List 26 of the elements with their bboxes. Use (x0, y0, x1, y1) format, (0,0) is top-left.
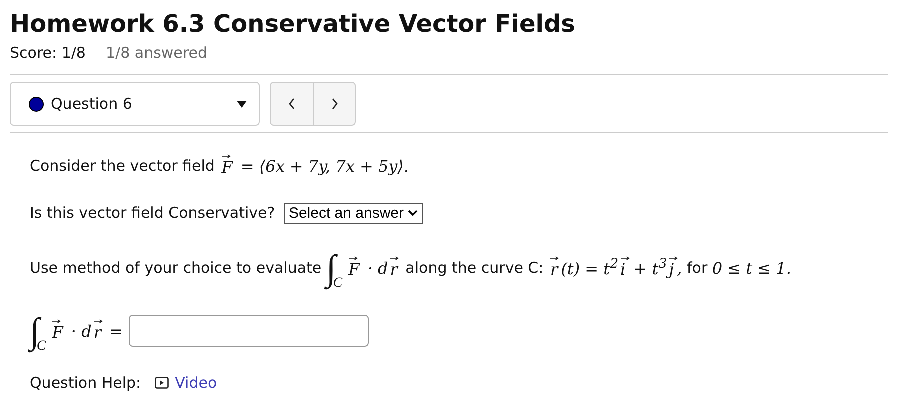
math-expression: , (677, 258, 682, 278)
question-text: for (686, 259, 709, 277)
caret-icon (237, 100, 247, 108)
question-text: Consider the vector field (30, 157, 216, 175)
video-link[interactable]: Video (155, 374, 218, 392)
question-text: along the curve C: (404, 259, 545, 277)
answer-dropdown[interactable]: Select an answer (284, 202, 424, 224)
page-title: Homework 6.3 Conservative Vector Fields (10, 10, 576, 38)
chevron-icon (288, 98, 296, 110)
question-selector[interactable]: Question 6 (10, 82, 260, 126)
help-label: Question Help: (30, 374, 142, 392)
question-text: Use method of your choice to evaluate (30, 259, 323, 277)
caret-icon (408, 210, 418, 216)
video-icon (155, 377, 170, 389)
score-text: Score: 1/8 (10, 44, 86, 62)
math-expression: = (108, 322, 123, 340)
math-expression: + t$^{3}$ (632, 257, 668, 279)
math-expression: = ⟨6x + 7y, 7x + 5y⟩. (240, 156, 410, 176)
chevron-icon (330, 98, 338, 110)
math-expression: · d (366, 258, 388, 278)
answered-count: 1/8 answered (106, 44, 208, 62)
answer-field[interactable] (128, 315, 369, 347)
math-expression: (t) = t$^{2}$ (561, 257, 619, 279)
question-text: Is this vector field Conservative? (30, 204, 276, 222)
math-expression: 0 ≤ t ≤ 1. (712, 258, 792, 278)
math-expression: · d (70, 322, 92, 340)
